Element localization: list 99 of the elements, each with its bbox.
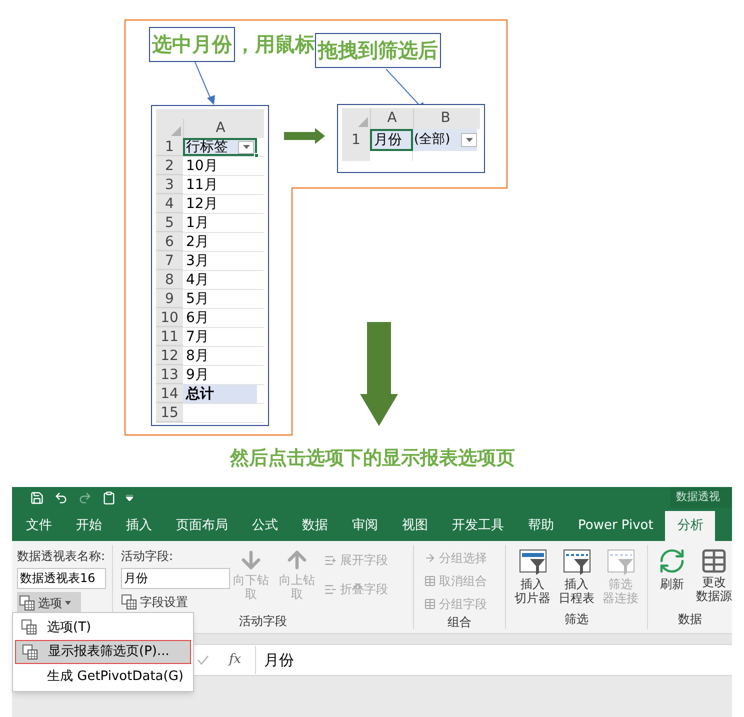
ribbon-tab[interactable]: Power Pivot [566,511,666,541]
row-number: 8 [156,271,183,289]
cell-text: 6月 [185,309,210,327]
select-all-icon [171,126,181,136]
row-number: 6 [156,233,183,251]
table-icon [700,547,728,575]
cell-text: 12月 [185,195,219,213]
menu-item-label: 显示报表筛选页(P)... [48,643,170,662]
row-number: 2 [156,157,183,175]
check-icon[interactable] [197,655,209,665]
row-number: 4 [156,195,183,213]
caret-icon [466,138,472,142]
field-settings-icon [121,594,137,610]
dropdown-button[interactable] [238,140,254,154]
cell-text: 9月 [185,366,210,384]
table-icon [424,598,436,610]
field-settings-button[interactable]: 字段设置 [121,592,228,612]
row-header-strip [342,151,370,161]
filter-table-icon [518,547,548,577]
menu-item[interactable]: 选项(T) [15,615,191,640]
filter-table-icon [606,547,636,577]
ribbon-tab[interactable]: 页面布局 [164,511,240,541]
active-field-input[interactable]: 月份 [121,568,230,589]
group-label: 数据 [677,611,703,628]
highlighted-text: 拖拽到筛选后 [315,33,441,68]
row-number: 3 [156,176,183,194]
group-label: 筛选 [564,611,590,628]
ribbon-tab[interactable]: 插入 [114,511,164,541]
ribbon-tab[interactable]: 审阅 [340,511,390,541]
row-number: 10 [156,309,183,327]
refresh-icon [658,547,686,575]
ribbon-tab[interactable]: 文件 [14,511,64,541]
filter-table-icon [562,547,592,577]
row-number: 5 [156,214,183,232]
right-arrow [284,128,326,144]
field-label: 活动字段: [121,548,174,565]
row-number: 7 [156,252,183,270]
cell-text: 总计 [183,385,257,403]
save-icon[interactable] [30,490,44,504]
right-arrow-icon [424,552,436,564]
ribbon-tab[interactable]: 开始 [64,511,114,541]
row-number: 9 [156,290,183,308]
cell-text: 8月 [185,347,210,365]
cell-text: 行标签 [186,140,228,154]
pivot-name-field[interactable]: 数据透视表16 [17,568,106,589]
collapse-icon [324,582,337,596]
row-number: 12 [156,347,183,365]
pointer-arrow [193,62,217,106]
filter-button[interactable]: 插入 切片器 [510,547,554,610]
cell-text: 10月 [185,157,219,175]
row-number: 13 [156,366,183,384]
options-button[interactable]: 选项 [17,592,81,613]
filter-button[interactable]: 插入 日程表 [554,547,598,610]
group-label: 活动字段 [238,613,288,630]
instruction-text: 然后点击选项下的显示报表选项页 [230,446,515,471]
change-source-button[interactable]: 更改 数据源 [696,547,732,610]
row-number: 1 [156,138,183,156]
ribbon-tab[interactable]: 分析 [665,511,716,541]
ribbon-tab[interactable]: 帮助 [516,511,566,541]
refresh-button[interactable]: 刷新 [658,547,686,610]
cell-text: 5月 [185,290,210,308]
cell-text: 4月 [185,271,210,289]
ribbon-tab[interactable]: 公式 [240,511,290,541]
redo-icon[interactable] [78,490,92,504]
menu-item-label: 生成 GetPivotData(G) [47,668,184,686]
menu-item[interactable]: 生成 GetPivotData(G) [15,664,191,689]
cell-text: 3月 [185,252,210,270]
expand-icon [324,554,337,566]
undo-icon[interactable] [54,490,68,504]
ribbon-tab[interactable]: 视图 [390,511,440,541]
group-label: 组合 [446,614,472,631]
row-number: 14 [156,385,183,403]
ribbon-tab[interactable]: 数据 [290,511,340,541]
caret-icon [65,600,71,604]
cell-text: 2月 [185,233,210,251]
window-title: 数据透视 [676,489,720,506]
caret-icon [242,145,250,149]
cell-text: 月份 [370,129,413,151]
instruction-text: ，用鼠标 [235,31,315,58]
cell-text: 1月 [185,214,210,232]
menu-item-label: 选项(T) [47,618,92,637]
row-number: 11 [156,328,183,346]
field-label: 数据透视表名称: [17,548,106,565]
formula-field[interactable]: 月份 [255,646,732,674]
clipboard-icon[interactable] [102,490,116,504]
cell-text: 7月 [185,328,210,346]
customize-icon[interactable] [126,494,133,500]
select-all-icon [358,117,368,127]
ribbon-tab[interactable]: 开发工具 [440,511,516,541]
menu-item[interactable]: 显示报表筛选页(P)... [15,640,191,664]
highlighted-text: 选中月份 [149,27,235,62]
dropdown-button[interactable] [461,133,477,147]
row-number: 15 [156,404,183,422]
fill-handle[interactable] [254,153,259,158]
cell-text: 11月 [185,176,219,194]
row-number: 1 [342,129,370,151]
table-icon [424,575,436,587]
cell-text: (全部) [414,131,450,150]
function-icon[interactable]: fx [229,650,242,670]
